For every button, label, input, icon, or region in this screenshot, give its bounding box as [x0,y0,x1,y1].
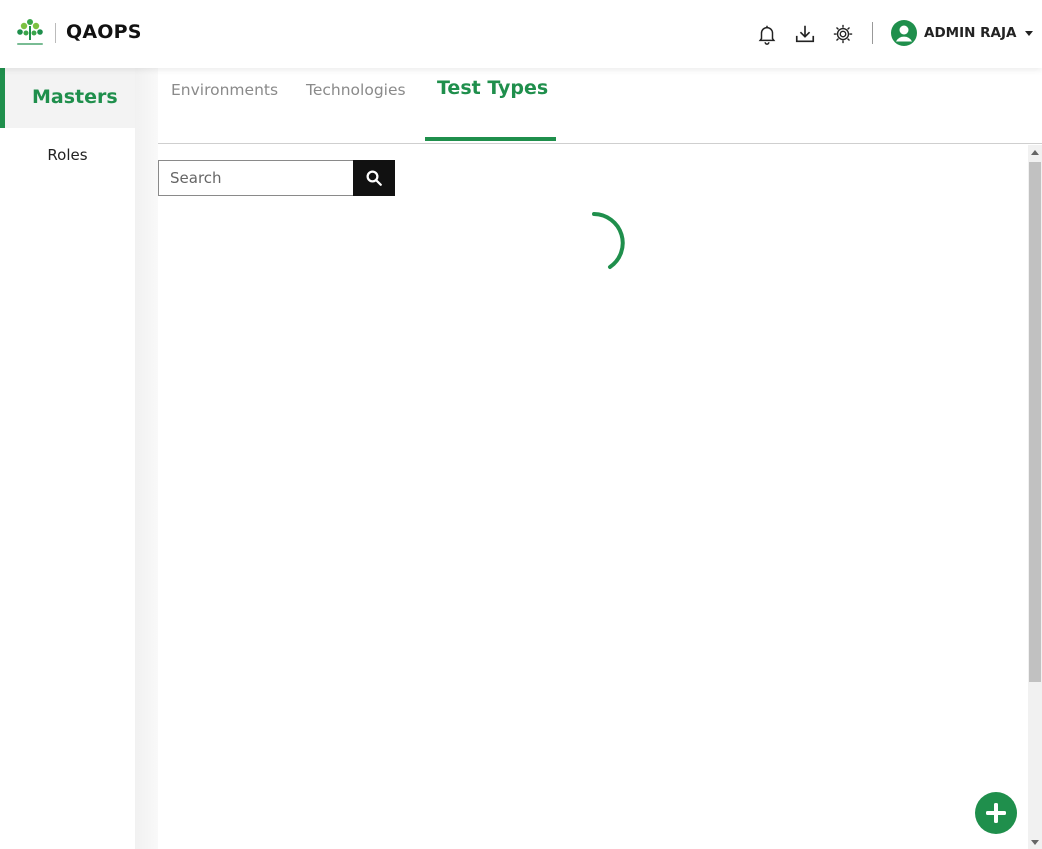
search-button[interactable] [353,160,395,196]
sidebar-item-masters[interactable]: Masters [0,68,135,128]
walkingtree-logo-icon[interactable] [15,16,45,48]
tab-technologies[interactable]: Technologies [306,81,406,99]
top-header: QAOPS ADMIN RAJA [0,0,1042,68]
download-icon[interactable] [794,23,816,45]
sidebar-item-label: Roles [47,146,88,164]
search-input[interactable] [158,160,354,196]
add-button[interactable] [975,792,1017,834]
main-content [158,145,1028,849]
user-menu[interactable]: ADMIN RAJA [891,20,1034,46]
caret-down-icon[interactable] [1025,30,1034,36]
loading-spinner-icon [592,212,625,269]
tab-test-types[interactable]: Test Types [437,77,548,99]
vertical-scrollbar[interactable] [1028,145,1042,849]
tab-bar: Environments Technologies Test Types [158,68,1042,144]
sidebar: Masters Roles [0,68,135,849]
app-title: QAOPS [66,21,142,43]
sidebar-gutter [135,68,158,849]
user-name: ADMIN RAJA [924,25,1017,41]
bell-icon[interactable] [756,23,778,45]
scroll-down-arrow-icon[interactable] [1031,840,1039,845]
search-icon [366,170,382,186]
sidebar-item-label: Masters [32,86,118,108]
sidebar-item-roles[interactable]: Roles [0,146,135,170]
active-tab-indicator [425,137,556,141]
header-divider [872,22,873,44]
user-circle-icon [891,20,917,46]
scroll-up-arrow-icon[interactable] [1031,150,1039,155]
logo-divider [55,23,56,43]
tab-environments[interactable]: Environments [171,81,278,99]
settings-gear-icon[interactable] [832,23,854,45]
plus-icon [986,803,1006,823]
scrollbar-thumb[interactable] [1029,162,1041,682]
